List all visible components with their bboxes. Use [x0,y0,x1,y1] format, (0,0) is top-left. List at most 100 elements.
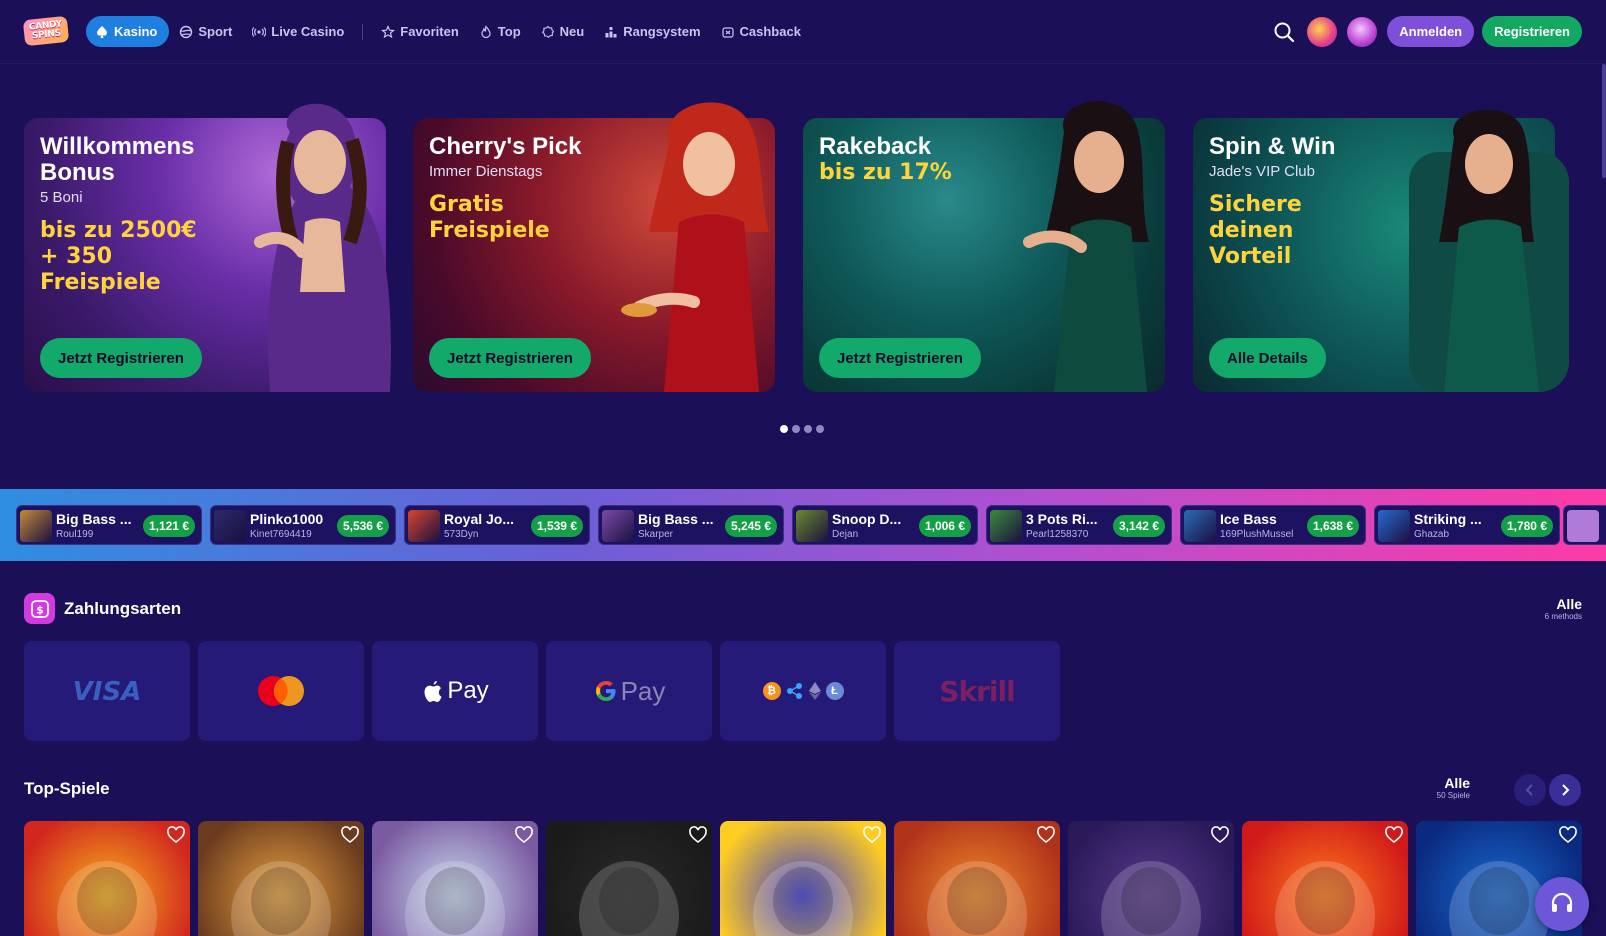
payment-section-icon: $ [24,593,55,624]
banner-title: Cherry's Pick [429,133,582,160]
game-tile-geisha[interactable] [1068,821,1234,936]
nav-label: Live Casino [271,24,345,39]
carousel-dot[interactable] [816,425,824,433]
win-card[interactable]: Big Bass ... Roul199 1,121 € [16,505,202,545]
register-button[interactable]: Registrieren [1482,16,1582,47]
nav-item-cashback[interactable]: Cashback [711,16,811,47]
win-username: Ghazab [1414,529,1450,540]
google-g-icon [595,681,616,701]
games-next-button[interactable] [1549,774,1581,806]
banner-highlight: Sichere [1209,192,1302,217]
game-tile-cowboy-fisher[interactable] [198,821,364,936]
login-button[interactable]: Anmelden [1387,16,1475,47]
banner-highlight: bis zu 2500€ [40,218,197,243]
banner-text: Rakeback bis zu 17% [819,134,1039,186]
nav-item-neu[interactable]: Neu [531,16,595,47]
win-card[interactable]: Royal Jo... 573Dyn 1,539 € [404,505,590,545]
carousel-dot[interactable] [804,425,812,433]
gift-promo-icon[interactable] [1307,16,1338,47]
game-tile-pig[interactable] [372,821,538,936]
candy-spins-logo[interactable]: CANDY SPINS [22,15,70,47]
payment-section-title: Zahlungsarten [64,599,182,618]
header-actions: Anmelden Registrieren [1273,16,1582,47]
banner-cta-button[interactable]: Jetzt Registrieren [819,338,981,378]
heart-icon[interactable] [166,825,186,845]
nav-label: Favoriten [400,24,459,39]
game-tile-jester[interactable] [24,821,190,936]
logo-text-line2: SPINS [31,28,62,42]
banner-title: Rakeback [819,133,932,160]
payments-view-all-link[interactable]: Alle 6 methods [1545,596,1582,621]
promo-banner-welcome-bonus[interactable]: Willkommens Bonus 5 Boni bis zu 2500€ + … [24,103,391,392]
win-game-name: Snoop D... [832,511,902,527]
promo-banner-rakeback[interactable]: Rakeback bis zu 17% Jetzt Registrieren [803,101,1165,392]
win-card[interactable]: Ice Bass 169PlushMussel 1,638 € [1180,505,1366,545]
new-badge-icon [541,25,555,39]
search-icon[interactable] [1273,21,1295,43]
nav-label: Cashback [739,24,801,39]
nav-label: Sport [198,24,233,39]
page-scrollbar[interactable] [1602,64,1606,178]
banner-highlight: Gratis [429,192,504,217]
payment-apple-pay[interactable]: Pay [372,641,538,741]
win-card[interactable]: Plinko1000 Kinet7694419 5,536 € [210,505,396,545]
methods-count: 6 methods [1544,612,1582,621]
gem-promo-icon[interactable] [1347,16,1378,47]
apple-pay-label: Pay [447,677,489,704]
chevron-right-icon [1562,784,1570,796]
nav-item-top[interactable]: Top [469,16,531,47]
support-chat-button[interactable] [1535,877,1589,931]
banner-cta-button[interactable]: Jetzt Registrieren [429,338,591,378]
games-prev-button[interactable] [1514,774,1546,806]
win-card[interactable]: Big Bass ... Skarper 5,245 € [598,505,784,545]
win-card[interactable]: 3 Pots Ri... Pearl1258370 3,142 € [986,505,1172,545]
view-all-label: Alle [1556,596,1582,612]
skrill-logo: Skrill [939,674,1015,708]
nav-item-kasino[interactable]: Kasino [86,16,170,47]
carousel-dot[interactable] [780,425,788,433]
win-card-partial[interactable] [1563,505,1606,545]
game-tile-cactus[interactable] [546,821,712,936]
heart-icon[interactable] [1558,825,1578,845]
svg-text:VISA: VISA [73,677,142,706]
heart-icon[interactable] [1384,825,1404,845]
banner-cta-button[interactable]: Jetzt Registrieren [40,338,202,378]
win-username: Pearl1258370 [1026,529,1089,540]
banner-highlight: Freispiele [429,218,550,243]
nav-item-sport[interactable]: Sport [169,16,242,47]
promo-banner-spin-and-win[interactable]: Spin & Win Jade's VIP Club Sichere deine… [1193,109,1569,392]
banner-cta-button[interactable]: Alle Details [1209,338,1326,378]
win-username: Kinet7694419 [250,529,312,540]
game-thumbnail [1378,510,1410,542]
win-card[interactable]: Striking ... Ghazab 1,780 € [1374,505,1560,545]
nav-item-favoriten[interactable]: Favoriten [371,16,469,47]
game-tile-explorer[interactable] [894,821,1060,936]
win-game-name: Striking ... [1414,511,1482,527]
nav-item-rangsystem[interactable]: Rangsystem [594,16,710,47]
heart-icon[interactable] [1210,825,1230,845]
nav-item-live-casino[interactable]: Live Casino [242,16,354,47]
chevron-left-icon [1525,784,1533,796]
game-thumbnail [408,510,440,542]
win-card[interactable]: Snoop D... Dejan 1,006 € [792,505,978,545]
payment-crypto[interactable]: ₿ Ł [720,641,886,741]
heart-icon[interactable] [1036,825,1056,845]
payment-mastercard[interactable] [198,641,364,741]
payment-visa[interactable]: VISA [24,641,190,741]
game-tile-lucky-seven[interactable] [1242,821,1408,936]
carousel-dot[interactable] [792,425,800,433]
payment-google-pay[interactable]: Pay [546,641,712,741]
nav-label: Neu [559,24,585,39]
heart-icon[interactable] [862,825,882,845]
heart-icon[interactable] [688,825,708,845]
heart-icon[interactable] [514,825,534,845]
top-games-view-all-link[interactable]: Alle 50 Spiele [1437,775,1470,800]
payment-skrill[interactable]: Skrill [894,641,1060,741]
ranking-icon [604,25,618,39]
promo-banner-cherrys-pick[interactable]: Cherry's Pick Immer Dienstags Gratis Fre… [413,102,775,392]
bitcoin-icon: ₿ [762,682,781,700]
heart-icon[interactable] [340,825,360,845]
win-username: Skarper [638,529,674,540]
banner-text: Spin & Win Jade's VIP Club Sichere deine… [1209,134,1429,270]
game-tile-lightning[interactable] [720,821,886,936]
